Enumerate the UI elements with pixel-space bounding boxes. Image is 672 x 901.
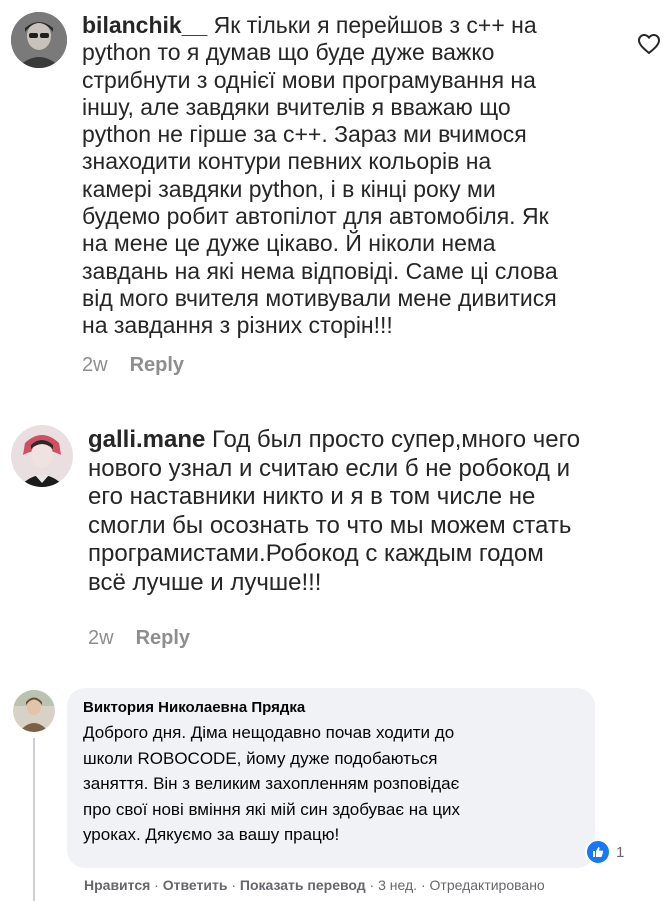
avatar-fb-user[interactable]	[13, 690, 55, 732]
reply-button[interactable]: Reply	[130, 354, 184, 376]
avatar-galli-mane[interactable]	[11, 425, 73, 487]
reaction-count: 1	[616, 843, 625, 861]
reaction-summary[interactable]: 1	[585, 839, 625, 865]
separator: ·	[150, 877, 163, 893]
comment-text: Доброго дня. Діма нещодавно почав ходити…	[83, 723, 461, 844]
see-translation-link[interactable]: Показать перевод	[240, 877, 366, 893]
comment-time: 2w	[88, 627, 114, 649]
separator: ·	[365, 877, 379, 893]
heart-outline-icon[interactable]	[637, 33, 661, 55]
commenter-name[interactable]: Виктория Николаевна Прядка	[83, 699, 305, 716]
reply-button[interactable]: Reply	[136, 627, 190, 649]
comment-time[interactable]: 3 нед.	[378, 877, 417, 893]
comment-username[interactable]: galli.mane	[88, 426, 205, 453]
comment-meta: 2w Reply	[82, 354, 184, 377]
comment-username[interactable]: bilanchik__	[82, 12, 207, 38]
avatar-photo	[11, 425, 73, 487]
avatar-bilanchik[interactable]	[11, 12, 67, 68]
like-reaction-icon	[585, 839, 611, 865]
thread-line	[33, 738, 35, 901]
separator: ·	[227, 877, 240, 893]
comment-text: Як тільки я перейшов з с++ на python то …	[82, 12, 558, 339]
reply-link[interactable]: Ответить	[163, 877, 228, 893]
separator: ·	[417, 877, 430, 893]
comment-body: galli.mane Год был просто супер,много че…	[88, 426, 668, 598]
comment-meta: 2w Reply	[88, 627, 190, 650]
like-link[interactable]: Нравится	[84, 877, 150, 893]
comment-bubble: Виктория Николаевна Прядка Доброго дня. …	[67, 688, 595, 868]
avatar-photo	[11, 12, 67, 68]
comment-actions: Нравится · Ответить · Показать перевод ·…	[84, 877, 545, 893]
edited-label[interactable]: Отредактировано	[430, 877, 545, 893]
comment-body: bilanchik__ Як тільки я перейшов з с++ н…	[82, 12, 627, 340]
comment-time: 2w	[82, 354, 108, 376]
avatar-photo	[13, 690, 55, 732]
